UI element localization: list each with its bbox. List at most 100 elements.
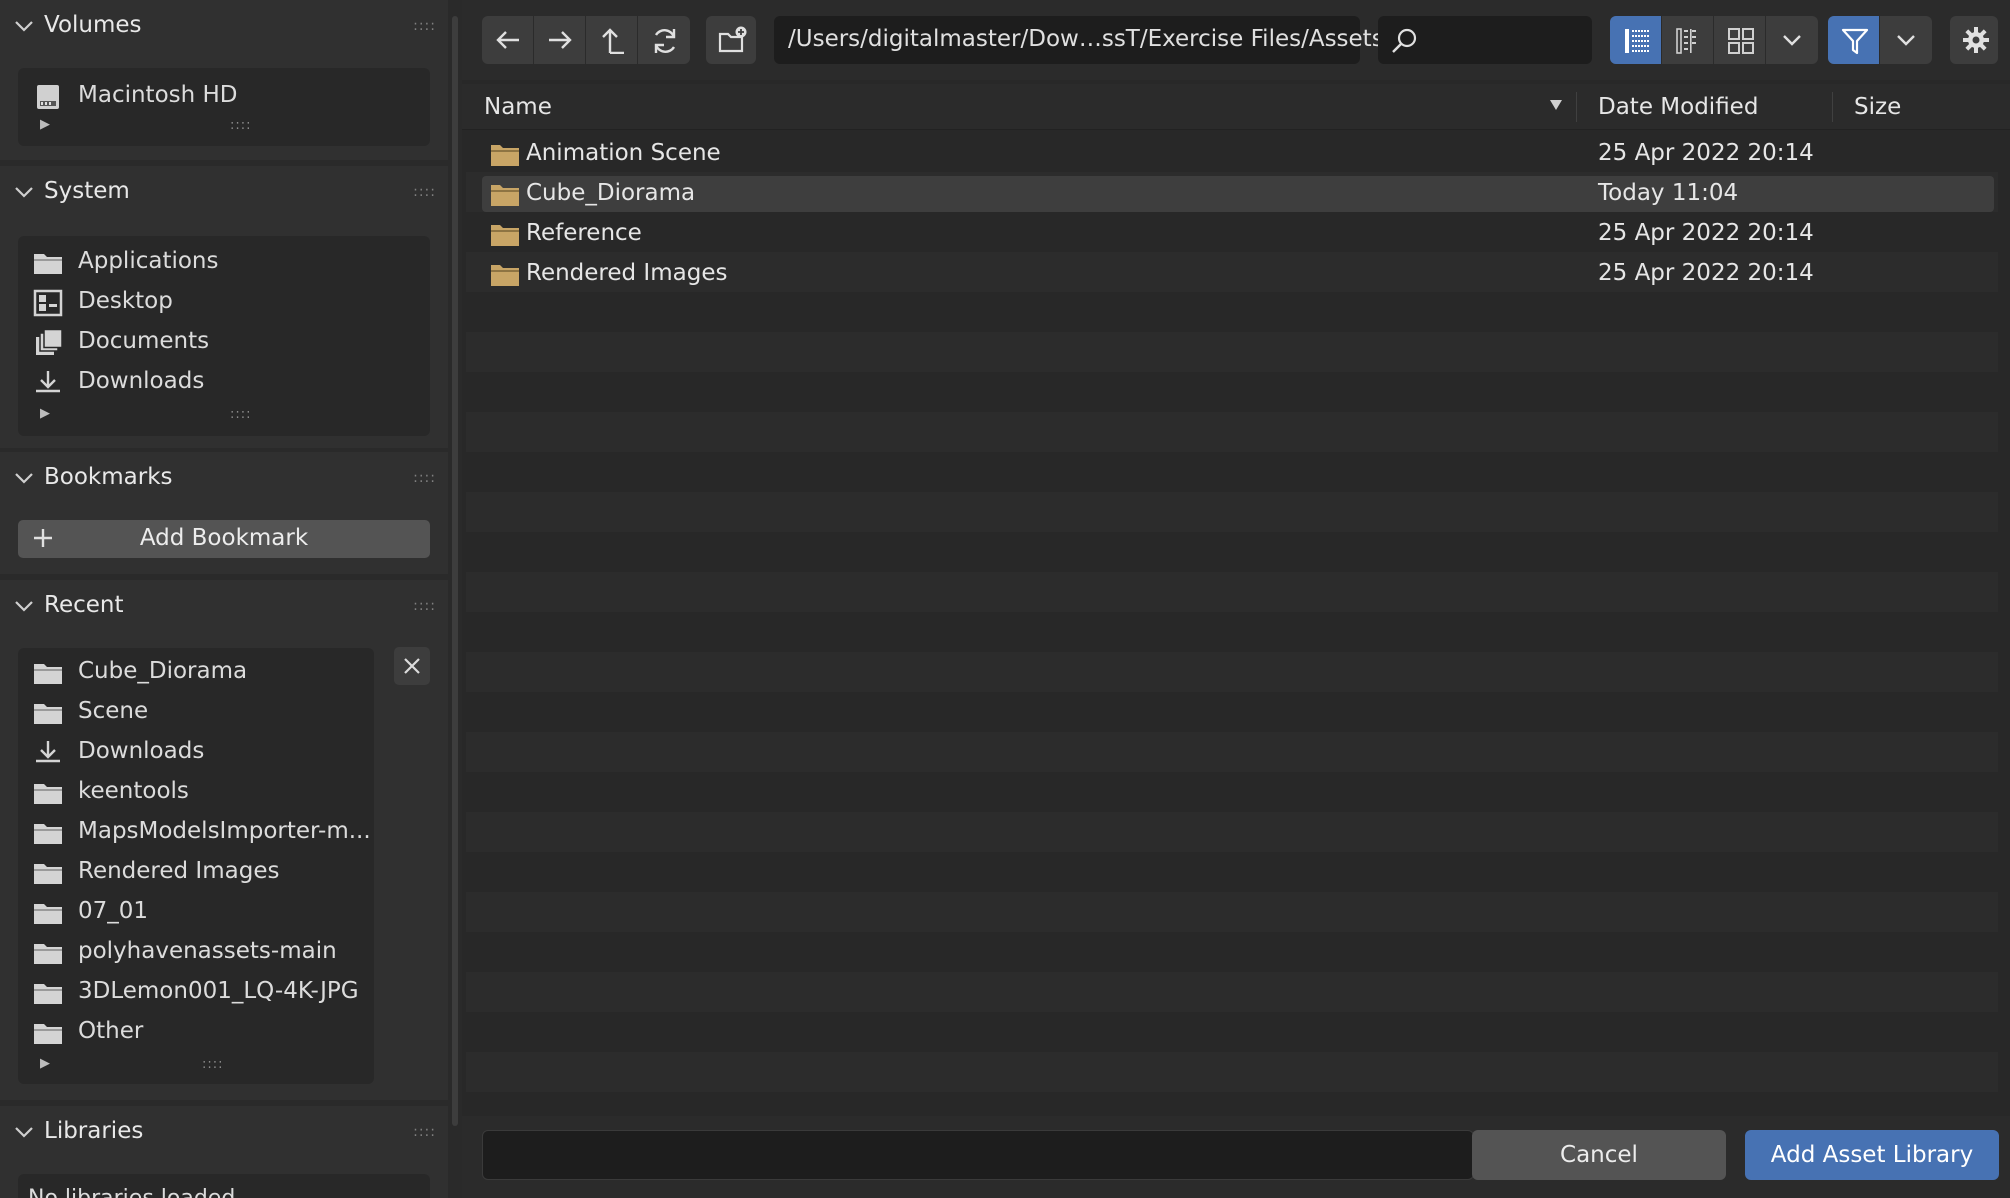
drag-handle-icon[interactable]: :::: bbox=[413, 184, 436, 200]
file-row[interactable]: Cube_Diorama Today 11:04 bbox=[482, 176, 1994, 212]
search-field[interactable] bbox=[1378, 16, 1592, 64]
filename-field[interactable] bbox=[482, 1130, 1474, 1180]
column-separator[interactable] bbox=[1832, 92, 1833, 122]
horizontal-list-icon bbox=[1676, 28, 1696, 54]
column-size-header[interactable]: Size bbox=[1854, 94, 1901, 120]
add-bookmark-label: Add Bookmark bbox=[139, 525, 309, 551]
back-button[interactable] bbox=[482, 16, 534, 64]
bookmarks-panel-header[interactable]: Bookmarks :::: bbox=[0, 452, 448, 506]
chevron-down-icon bbox=[15, 1127, 33, 1138]
volumes-panel-header[interactable]: Volumes :::: bbox=[0, 0, 448, 54]
file-row[interactable]: Reference 25 Apr 2022 20:14 bbox=[482, 216, 1994, 252]
filter-options-dropdown[interactable] bbox=[1880, 16, 1932, 64]
file-browser-main: /Users/digitalmaster/Dow…ssT/Exercise Fi… bbox=[462, 0, 2010, 1198]
resize-grip-icon[interactable]: :::: bbox=[230, 407, 252, 422]
system-panel-header[interactable]: System :::: bbox=[0, 166, 448, 220]
parent-directory-button[interactable] bbox=[586, 16, 638, 64]
row-stripe bbox=[466, 412, 1998, 452]
recent-panel-header[interactable]: Recent :::: bbox=[0, 580, 448, 634]
add-bookmark-button[interactable]: Add Bookmark bbox=[18, 520, 430, 558]
refresh-button[interactable] bbox=[638, 16, 690, 64]
file-row[interactable]: Animation Scene 25 Apr 2022 20:14 bbox=[482, 136, 1994, 172]
recent-item[interactable]: 07_01 bbox=[18, 894, 374, 930]
system-item-label: Documents bbox=[78, 328, 210, 354]
thumbnails-button[interactable] bbox=[1714, 16, 1766, 64]
search-input[interactable] bbox=[1424, 24, 1584, 54]
recent-item[interactable]: Scene bbox=[18, 694, 374, 730]
folder-icon bbox=[34, 1024, 62, 1044]
libraries-panel: Libraries :::: No libraries loaded bbox=[0, 1106, 448, 1198]
new-folder-button[interactable] bbox=[706, 16, 756, 64]
system-title: System bbox=[44, 178, 130, 204]
resize-grip-icon[interactable]: :::: bbox=[202, 1057, 224, 1072]
directory-path-field[interactable]: /Users/digitalmaster/Dow…ssT/Exercise Fi… bbox=[774, 16, 1391, 64]
file-date: 25 Apr 2022 20:14 bbox=[1598, 260, 1814, 286]
recent-item-label: Other bbox=[78, 1018, 144, 1044]
row-stripe bbox=[466, 332, 1998, 372]
system-item-documents[interactable]: Documents bbox=[18, 324, 430, 360]
forward-button[interactable] bbox=[534, 16, 586, 64]
sort-descending-icon[interactable] bbox=[1548, 98, 1564, 112]
column-separator[interactable] bbox=[1576, 92, 1577, 122]
expand-triangle-icon[interactable]: ▶ bbox=[40, 406, 50, 421]
clear-recent-button[interactable] bbox=[394, 647, 430, 685]
disk-icon bbox=[37, 85, 59, 109]
resize-grip-icon[interactable]: :::: bbox=[230, 118, 252, 133]
sidebar-scrollbar[interactable] bbox=[452, 16, 458, 1126]
system-panel: System :::: Applications Desktop Documen… bbox=[0, 166, 448, 448]
system-item-label: Applications bbox=[78, 248, 219, 274]
volume-item-macintosh-hd[interactable]: Macintosh HD bbox=[18, 78, 430, 114]
drag-handle-icon[interactable]: :::: bbox=[413, 598, 436, 614]
column-name-header[interactable]: Name bbox=[484, 94, 552, 120]
settings-button[interactable] bbox=[1950, 16, 1998, 64]
recent-item[interactable]: keentools bbox=[18, 774, 374, 810]
new-folder-group bbox=[706, 16, 756, 64]
recent-list: Cube_Diorama Scene Downloads keentools M… bbox=[18, 648, 374, 1084]
vertical-list-button[interactable] bbox=[1610, 16, 1662, 64]
display-options-dropdown[interactable] bbox=[1766, 16, 1818, 64]
arrow-up-icon bbox=[602, 28, 624, 54]
recent-item[interactable]: Downloads bbox=[18, 734, 374, 770]
folder-icon bbox=[34, 664, 62, 684]
recent-item[interactable]: Rendered Images bbox=[18, 854, 374, 890]
refresh-icon bbox=[654, 29, 676, 53]
chevron-down-icon bbox=[15, 21, 33, 32]
volumes-title: Volumes bbox=[44, 12, 142, 38]
system-item-desktop[interactable]: Desktop bbox=[18, 284, 430, 320]
column-date-header[interactable]: Date Modified bbox=[1598, 94, 1758, 120]
recent-item-label: keentools bbox=[78, 778, 189, 804]
drag-handle-icon[interactable]: :::: bbox=[413, 470, 436, 486]
add-asset-library-button[interactable]: Add Asset Library bbox=[1745, 1130, 1999, 1180]
recent-item[interactable]: Other bbox=[18, 1014, 374, 1050]
row-stripe bbox=[466, 1052, 1998, 1092]
folder-icon bbox=[34, 904, 62, 924]
row-stripe bbox=[466, 892, 1998, 932]
recent-item[interactable]: 3DLemon001_LQ-4K-JPG bbox=[18, 974, 374, 1010]
drag-handle-icon[interactable]: :::: bbox=[413, 1124, 436, 1140]
drag-handle-icon[interactable]: :::: bbox=[413, 18, 436, 34]
row-stripe bbox=[466, 572, 1998, 612]
recent-item[interactable]: MapsModelsImporter-m... bbox=[18, 814, 374, 850]
volumes-list: Macintosh HD ▶ :::: bbox=[18, 68, 430, 146]
search-icon bbox=[1392, 28, 1417, 53]
file-name: Cube_Diorama bbox=[526, 180, 696, 206]
recent-item[interactable]: polyhavenassets-main bbox=[18, 934, 374, 970]
chevron-down-icon bbox=[15, 187, 33, 198]
file-list: Animation Scene 25 Apr 2022 20:14 Cube_Dio… bbox=[462, 136, 2002, 1172]
system-item-applications[interactable]: Applications bbox=[18, 244, 430, 280]
recent-item-label: Downloads bbox=[78, 738, 205, 764]
recent-item[interactable]: Cube_Diorama bbox=[18, 654, 374, 690]
system-item-downloads[interactable]: Downloads bbox=[18, 364, 430, 400]
file-name: Animation Scene bbox=[526, 140, 721, 166]
expand-triangle-icon[interactable]: ▶ bbox=[40, 1056, 50, 1071]
desktop-icon bbox=[33, 289, 63, 317]
file-row[interactable]: Rendered Images 25 Apr 2022 20:14 bbox=[482, 256, 1994, 292]
horizontal-list-button[interactable] bbox=[1662, 16, 1714, 64]
folder-icon bbox=[491, 185, 519, 206]
filter-toggle-button[interactable] bbox=[1828, 16, 1880, 64]
folder-icon bbox=[34, 944, 62, 964]
file-date: Today 11:04 bbox=[1598, 180, 1739, 206]
cancel-button[interactable]: Cancel bbox=[1472, 1130, 1726, 1180]
libraries-panel-header[interactable]: Libraries :::: bbox=[0, 1106, 448, 1160]
expand-triangle-icon[interactable]: ▶ bbox=[40, 117, 50, 132]
